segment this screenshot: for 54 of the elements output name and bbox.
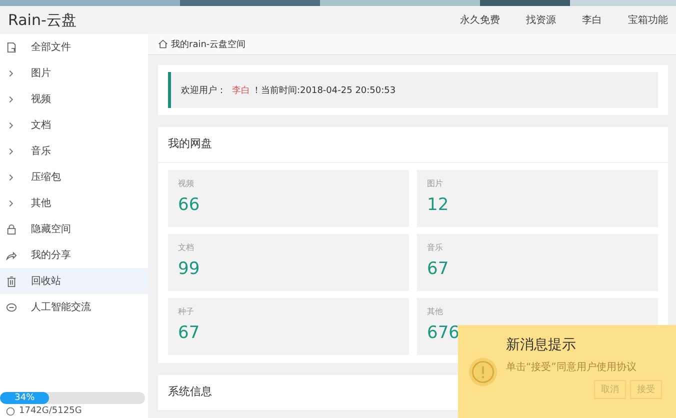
sidebar-item[interactable]: 视频 <box>0 86 148 112</box>
stat-value: 66 <box>178 195 201 215</box>
stat-value: 676 <box>427 323 460 343</box>
sidebar-item[interactable]: 其他 <box>0 190 148 216</box>
item-label: 我的分享 <box>31 248 71 262</box>
item-label: 压缩包 <box>31 170 61 184</box>
nav-link[interactable]: 找资源 <box>526 13 556 27</box>
stat-label: 视频 <box>178 178 195 189</box>
trash-icon <box>6 276 17 286</box>
chat-icon <box>6 302 17 312</box>
percent-label: 34% <box>14 393 35 403</box>
lock-icon <box>6 224 17 234</box>
item-label: 回收站 <box>31 274 61 288</box>
item-label: 图片 <box>31 66 51 80</box>
document-icon <box>6 42 17 52</box>
stat-label: 音乐 <box>427 242 444 253</box>
nav-link[interactable]: 永久免费 <box>460 13 500 27</box>
app-title: Rain-云盘 <box>8 10 76 30</box>
breadcrumb-link[interactable]: 我的rain-云盘空间 <box>171 38 246 50</box>
sidebar-item[interactable]: 文档 <box>0 112 148 138</box>
item-label: 人工智能交流 <box>31 300 91 314</box>
notification-title: 新消息提示 <box>506 336 577 354</box>
item-label: 文档 <box>31 118 51 132</box>
sidebar-item[interactable]: 人工智能交流 <box>0 294 148 320</box>
storage-usage: 1742G/5125G <box>19 406 82 417</box>
stat-value: 67 <box>427 259 450 279</box>
share-icon <box>6 250 17 260</box>
sidebar-item[interactable]: 图片 <box>0 60 148 86</box>
stat-label: 图片 <box>427 178 444 189</box>
sidebar-item[interactable]: 压缩包 <box>0 164 148 190</box>
disk-icon <box>6 407 15 416</box>
item-label: 隐藏空间 <box>31 222 71 236</box>
sidebar-item[interactable]: 音乐 <box>0 138 148 164</box>
item-label: 全部文件 <box>31 40 71 54</box>
home-icon <box>158 39 168 49</box>
stat-label: 种子 <box>178 306 195 317</box>
sidebar-item[interactable]: 我的分享 <box>0 242 148 268</box>
stat-value: 12 <box>427 195 450 215</box>
stat-value: 67 <box>178 323 201 343</box>
item-label: 视频 <box>31 92 51 106</box>
warning-icon <box>468 357 498 387</box>
item-label: 音乐 <box>31 144 51 158</box>
sidebar-item[interactable]: 回收站 <box>0 268 148 294</box>
stat-label: 文档 <box>178 242 195 253</box>
sidebar-item[interactable]: 全部文件 <box>0 34 148 60</box>
notification-message: 单击“接受”同意用户使用协议 <box>506 361 638 374</box>
item-label: 其他 <box>31 196 51 210</box>
welcome-message: 欢迎用户： 李白 ！当前时间:2018-04-25 20:50:53 <box>168 72 658 108</box>
nav-link[interactable]: 宝箱功能 <box>628 13 668 27</box>
section-title: 我的网盘 <box>158 127 668 163</box>
nav-link[interactable]: 李白 <box>582 13 602 27</box>
sidebar-item[interactable]: 隐藏空间 <box>0 216 148 242</box>
stat-label: 其他 <box>427 306 444 317</box>
stat-value: 99 <box>178 259 201 279</box>
